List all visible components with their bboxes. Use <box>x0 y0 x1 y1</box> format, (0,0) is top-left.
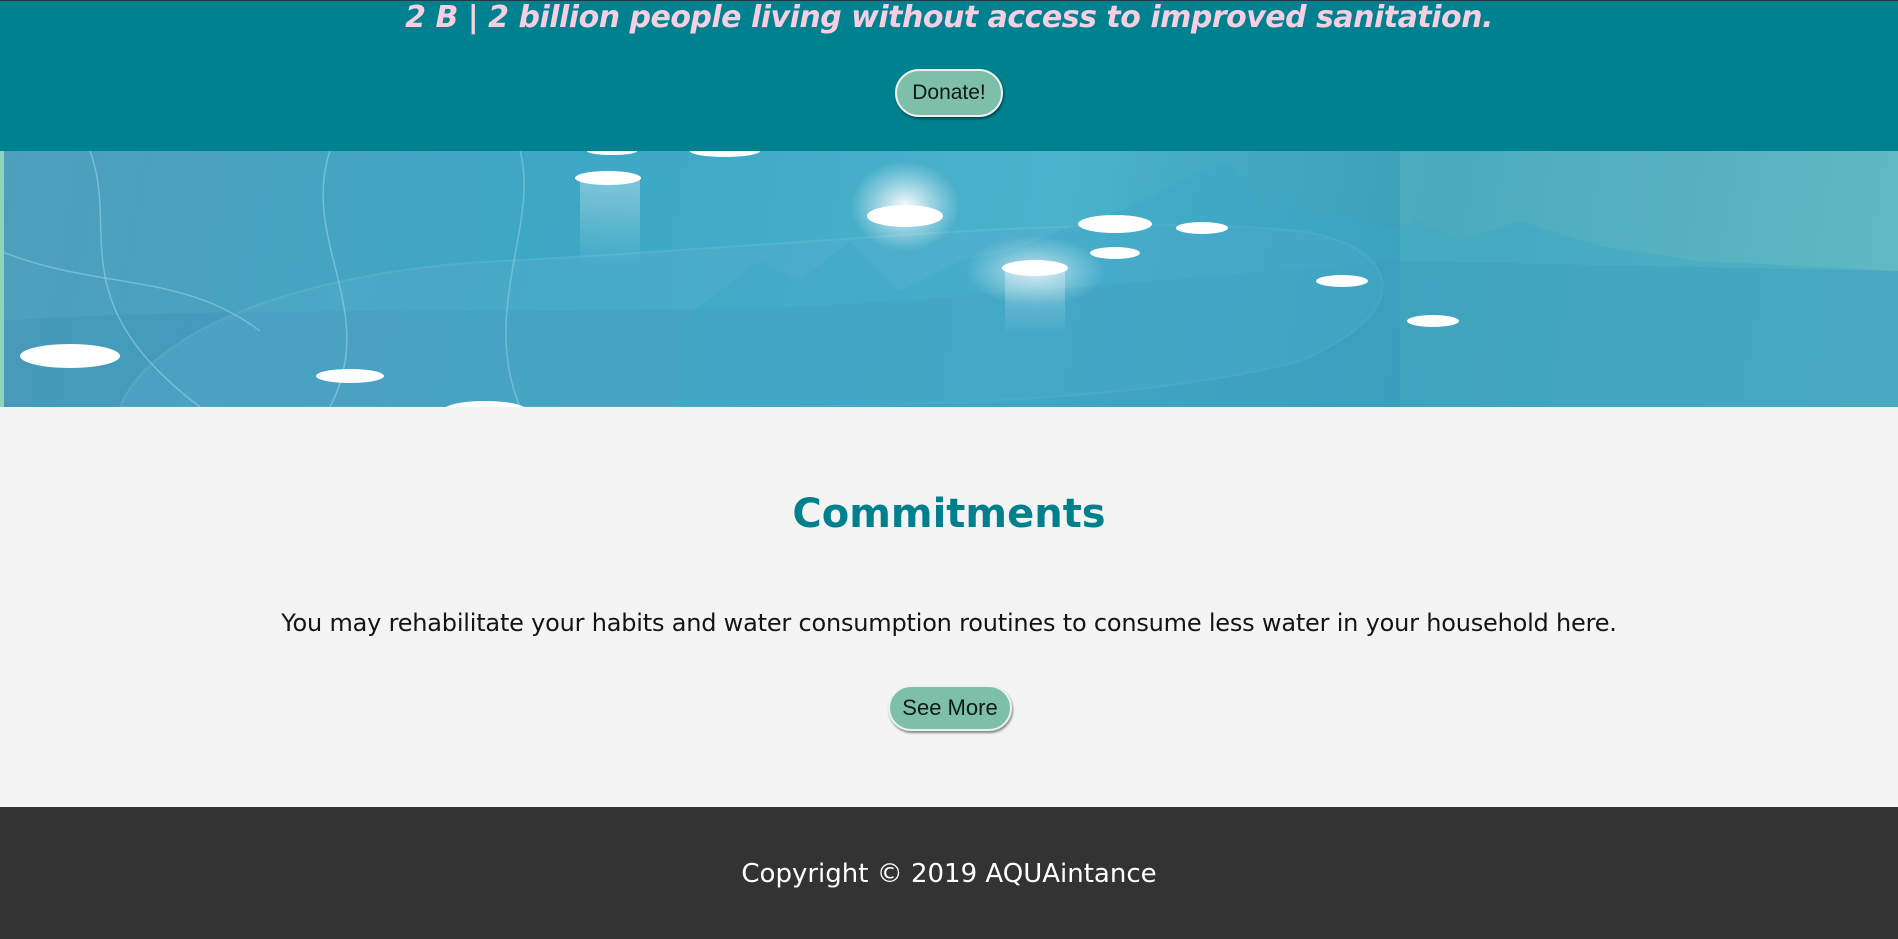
stat-text: 2 B | 2 billion people living without ac… <box>405 0 1493 35</box>
commitments-title: Commitments <box>792 491 1106 537</box>
footer: Copyright © 2019 AQUAintance <box>0 807 1898 939</box>
banner-edge <box>0 151 4 407</box>
water-illustration <box>0 151 1898 407</box>
commitments-text: You may rehabilitate your habits and wat… <box>281 609 1617 637</box>
stat-band: 2 B | 2 billion people living without ac… <box>0 0 1898 151</box>
banner-image <box>0 151 1898 407</box>
donate-button[interactable]: Donate! <box>895 69 1003 117</box>
commitments-section: Commitments You may rehabilitate your ha… <box>0 407 1898 807</box>
see-more-button[interactable]: See More <box>888 685 1012 731</box>
page: 2 B | 2 billion people living without ac… <box>0 0 1898 939</box>
copyright-text: Copyright © 2019 AQUAintance <box>741 859 1157 889</box>
